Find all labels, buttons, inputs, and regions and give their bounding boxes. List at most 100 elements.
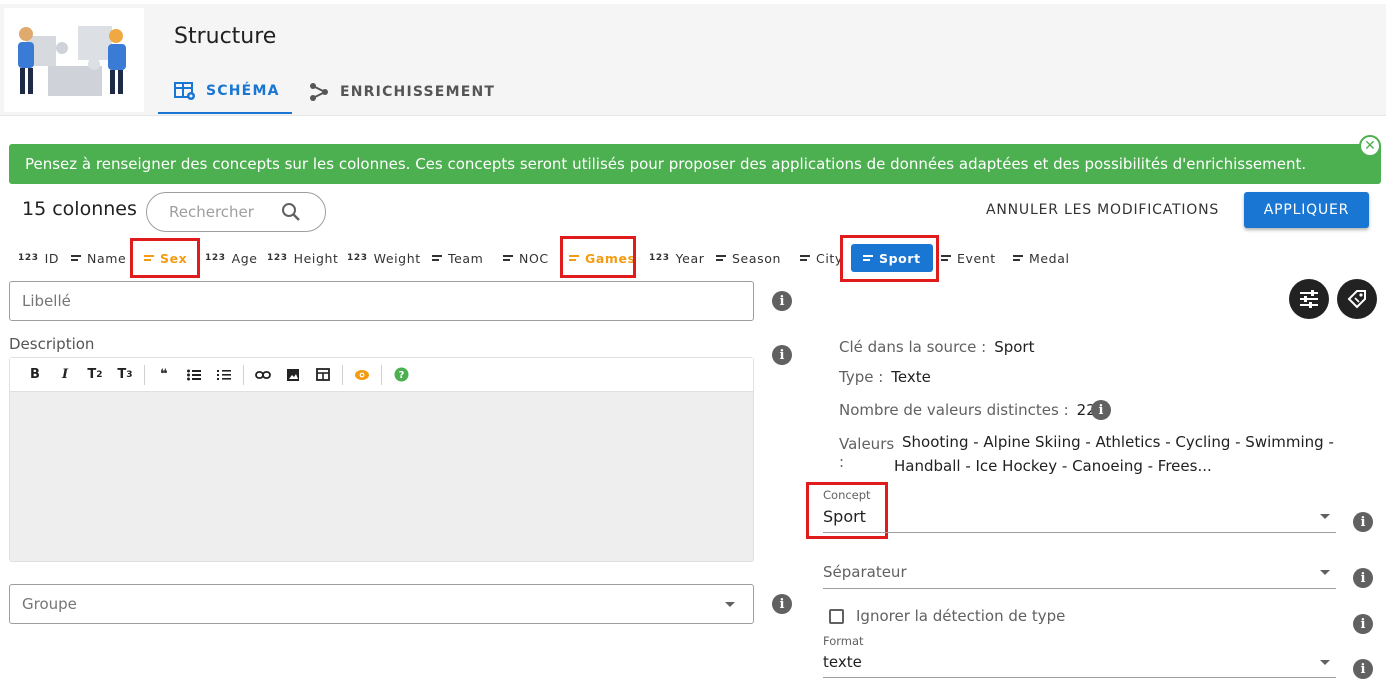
- column-chip-id[interactable]: 123 ID: [18, 246, 59, 270]
- bold-button[interactable]: B: [20, 363, 50, 387]
- info-icon[interactable]: i: [1353, 614, 1373, 634]
- groupe-select[interactable]: Groupe: [9, 584, 754, 624]
- toolbar-divider: [342, 364, 343, 385]
- info-alert: Pensez à renseigner des concepts sur les…: [9, 144, 1381, 184]
- chevron-down-icon: [1320, 660, 1330, 665]
- text-type-icon: [941, 255, 951, 261]
- tag-settings-button[interactable]: [1337, 279, 1377, 319]
- info-icon[interactable]: i: [1353, 512, 1373, 532]
- image-icon[interactable]: [278, 363, 308, 387]
- italic-button[interactable]: I: [50, 363, 80, 387]
- ignore-type-label: Ignorer la détection de type: [856, 607, 1066, 625]
- quote-icon[interactable]: ❝: [149, 363, 179, 387]
- chevron-down-icon: [1320, 514, 1330, 519]
- numbered-list-icon[interactable]: [209, 363, 239, 387]
- tab-enrichissement[interactable]: Enrichissement: [308, 70, 495, 114]
- number-type-icon: 123: [18, 253, 39, 263]
- alert-message: Pensez à renseigner des concepts sur les…: [25, 155, 1307, 173]
- libelle-input[interactable]: Libellé: [9, 281, 754, 321]
- column-chip-height[interactable]: 123 Height: [267, 246, 339, 270]
- concept-select[interactable]: Concept Sport: [823, 487, 1336, 533]
- graph-nodes-icon: [310, 83, 328, 101]
- sliders-icon: [1300, 290, 1318, 308]
- groupe-placeholder: Groupe: [22, 595, 77, 613]
- preview-eye-icon[interactable]: [347, 363, 377, 387]
- apply-button[interactable]: Appliquer: [1244, 192, 1369, 228]
- search-icon[interactable]: [281, 202, 301, 222]
- text-type-icon: [432, 255, 442, 261]
- text-type-icon: [71, 255, 81, 261]
- annotation-box-games: [560, 236, 636, 278]
- text-type-icon: [1013, 255, 1023, 261]
- info-icon[interactable]: i: [772, 345, 792, 365]
- number-type-icon: 123: [649, 253, 670, 263]
- column-chip-team[interactable]: Team: [432, 246, 483, 270]
- link-icon[interactable]: [248, 363, 278, 387]
- text-type-icon: [503, 255, 513, 261]
- puzzle-illustration-logo: [4, 8, 144, 112]
- ignore-type-checkbox[interactable]: [829, 609, 844, 624]
- chevron-down-icon: [1320, 570, 1330, 575]
- help-icon[interactable]: ?: [386, 363, 416, 387]
- column-chip-weight[interactable]: 123 Weight: [347, 246, 421, 270]
- description-label: Description: [9, 335, 95, 353]
- tab-schema[interactable]: Schéma: [158, 70, 292, 114]
- search-input[interactable]: [169, 203, 279, 221]
- values-label: Valeurs :: [839, 435, 895, 471]
- info-icon[interactable]: i: [1353, 659, 1373, 679]
- bullet-list-icon[interactable]: [179, 363, 209, 387]
- info-icon[interactable]: i: [1091, 400, 1111, 420]
- close-icon[interactable]: ✕: [1359, 135, 1381, 157]
- column-count: 15 colonnes: [22, 198, 137, 220]
- number-type-icon: 123: [347, 253, 368, 263]
- description-editor[interactable]: B I T2 T3 ❝ ?: [9, 357, 754, 562]
- toolbar-divider: [381, 364, 382, 385]
- column-chip-medal[interactable]: Medal: [1013, 246, 1070, 270]
- concept-label: Concept: [823, 488, 871, 502]
- tag-icon: [1347, 290, 1366, 309]
- column-chip-city[interactable]: City: [800, 246, 843, 270]
- chevron-down-icon: [725, 602, 735, 607]
- tab-schema-label: Schéma: [206, 83, 280, 99]
- table-icon[interactable]: [308, 363, 338, 387]
- number-type-icon: 123: [205, 253, 226, 263]
- concept-value: Sport: [823, 507, 866, 526]
- svg-text:?: ?: [398, 370, 404, 381]
- editor-toolbar: B I T2 T3 ❝ ?: [10, 358, 753, 392]
- text-type-icon: [800, 255, 810, 261]
- source-key-value: Sport: [994, 338, 1035, 356]
- column-chip-year[interactable]: 123 Year: [649, 246, 704, 270]
- annotation-box-sex: [130, 238, 200, 278]
- column-chip-season[interactable]: Season: [716, 246, 781, 270]
- column-chip-event[interactable]: Event: [941, 246, 996, 270]
- source-key-row: Clé dans la source : Sport: [839, 338, 1034, 356]
- column-chip-name[interactable]: Name: [71, 246, 126, 270]
- toolbar-divider: [243, 364, 244, 385]
- values-list: Shooting - Alpine Skiing - Athletics - C…: [894, 433, 1334, 475]
- text-type-icon: [716, 255, 726, 261]
- type-row: Type : Texte: [839, 368, 931, 386]
- info-icon[interactable]: i: [1353, 568, 1373, 588]
- search-field[interactable]: [146, 192, 326, 232]
- distinct-values-label: Nombre de valeurs distinctes :: [839, 401, 1069, 419]
- column-chip-age[interactable]: 123 Age: [205, 246, 258, 270]
- page-title: Structure: [174, 24, 277, 49]
- distinct-values-row: Nombre de valeurs distinctes :22: [839, 401, 1096, 419]
- number-type-icon: 123: [267, 253, 288, 263]
- info-icon[interactable]: i: [772, 291, 792, 311]
- column-chip-noc[interactable]: NOC: [503, 246, 549, 270]
- separator-select[interactable]: Séparateur: [823, 560, 1336, 589]
- cancel-changes-button[interactable]: Annuler les modifications: [978, 194, 1227, 226]
- app-header: Structure Schéma Enrichissement: [0, 4, 1386, 116]
- heading-3-button[interactable]: T3: [110, 363, 140, 387]
- format-value: texte: [823, 653, 862, 671]
- table-settings-icon: [174, 82, 195, 100]
- info-icon[interactable]: i: [772, 594, 792, 614]
- format-label: Format: [823, 634, 864, 648]
- tune-settings-button[interactable]: [1289, 279, 1329, 319]
- toolbar-divider: [144, 364, 145, 385]
- tab-enrichissement-label: Enrichissement: [340, 84, 496, 100]
- heading-2-button[interactable]: T2: [80, 363, 110, 387]
- format-select[interactable]: Format texte: [823, 634, 1336, 678]
- type-label: Type :: [839, 368, 884, 386]
